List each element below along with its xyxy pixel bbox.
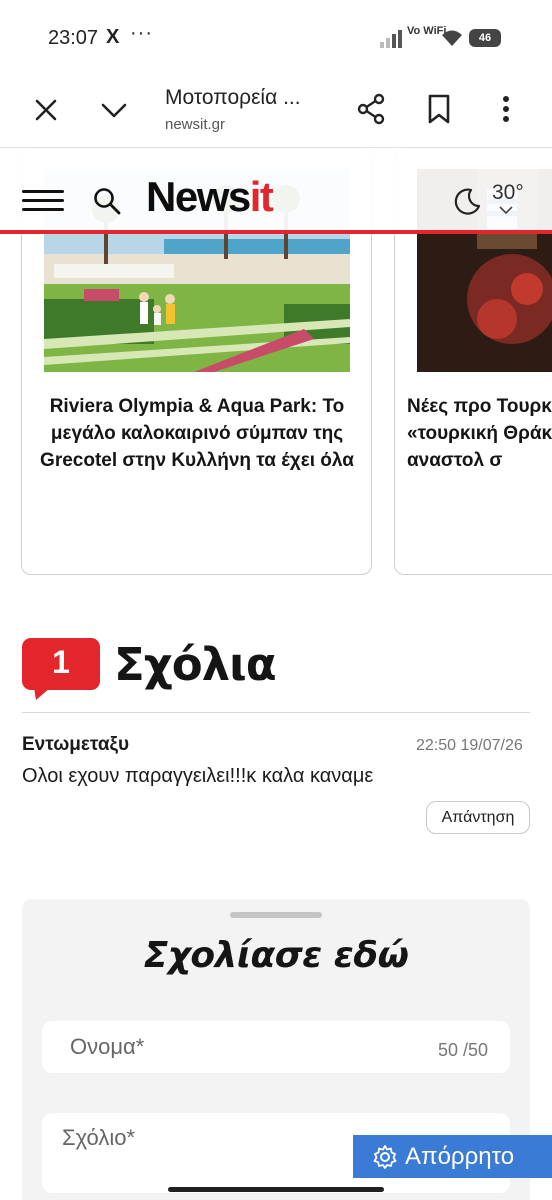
divider [22,712,530,713]
status-bar: 23:07 X ··· Vo WiFi 46 [0,0,552,78]
gesture-nav-bar[interactable] [168,1187,384,1192]
newsit-logo[interactable]: Newsit [146,173,274,221]
wifi-icon [442,30,462,46]
comment-author: Εντωμεταξυ [22,734,130,755]
x-app-icon: X [106,26,120,48]
page-title: Μοτοπορεία ... [165,86,301,109]
battery-icon: 46 [469,29,501,47]
comments-header: 1 Σχόλια [22,638,532,708]
more-notifications-icon: ··· [130,22,153,44]
close-icon[interactable] [30,94,62,126]
privacy-label: Απόρρητο [405,1143,515,1170]
chevron-down-icon[interactable] [499,206,513,214]
signal-icon [380,30,402,48]
logo-main: News [146,173,251,220]
menu-icon[interactable] [22,190,64,214]
article-title[interactable]: Νέες προ Τουρκ «τουρκική Θράκη κ αναστολ… [395,393,552,474]
site-header: Newsit 30° [0,148,552,234]
page-url: newsit.gr [165,116,226,133]
comment-date: 22:50 19/07/26 [416,737,523,754]
comment-placeholder: Σχόλιο* [62,1125,136,1150]
sheet-drag-handle[interactable] [230,912,322,918]
header-accent-line [0,230,552,234]
more-options-icon[interactable] [492,92,520,126]
gear-icon [373,1145,397,1169]
chevron-down-icon[interactable] [98,94,130,126]
bookmark-icon[interactable] [423,92,455,126]
article-title[interactable]: Riviera Olympia & Aqua Park: Το μεγάλο κ… [36,393,358,474]
comment-text: Ολοι εχουν παραγγειλει!!!κ καλα καναμε [22,765,374,787]
share-icon[interactable] [355,92,387,126]
reply-button[interactable]: Απάντηση [426,801,530,834]
moon-icon[interactable] [452,186,482,216]
logo-accent: it [249,173,274,220]
name-placeholder: Ονομα* [70,1034,145,1059]
comment-form-title: Σχολίασε εδώ [143,935,409,976]
comment-count: 1 [52,644,70,680]
search-icon[interactable] [92,186,122,216]
page-content: Riviera Olympia & Aqua Park: Το μεγάλο κ… [0,148,552,1200]
name-field[interactable]: Ονομα* 50 /50 [42,1021,510,1073]
name-char-counter: 50 /50 [437,1040,488,1060]
browser-toolbar: Μοτοπορεία ... newsit.gr [0,78,552,148]
status-time: 23:07 [48,27,99,49]
comments-title: Σχόλια [114,638,277,691]
temperature[interactable]: 30° [492,181,524,205]
privacy-button[interactable]: Απόρρητο [353,1135,552,1178]
